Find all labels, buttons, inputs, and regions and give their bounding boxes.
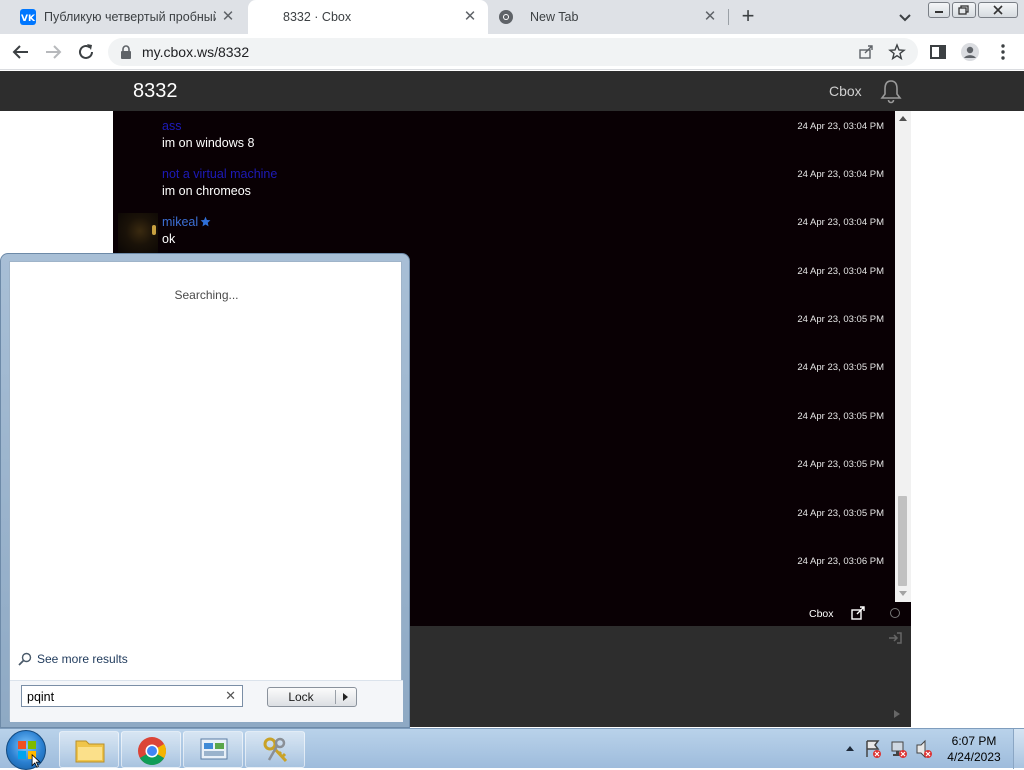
minimize-icon	[935, 11, 943, 13]
tab-title: Публикую четвертый пробный	[44, 10, 216, 24]
clock-date: 4/24/2023	[947, 750, 1001, 764]
see-more-label[interactable]: See more results	[37, 652, 128, 666]
tab-title: New Tab	[530, 10, 579, 24]
see-more-results-link[interactable]: See more results	[18, 652, 128, 666]
message-text: ok	[162, 232, 176, 246]
taskbar-chrome[interactable]	[121, 731, 181, 768]
svg-text:VK: VK	[21, 14, 36, 24]
tab-title: 8332 · Cbox	[283, 10, 352, 24]
message-time: 24 Apr 23, 03:05 PM	[797, 459, 884, 470]
message-username[interactable]: not a virtual machine	[162, 167, 277, 181]
avatar[interactable]	[118, 213, 158, 253]
minimize-button[interactable]	[928, 2, 950, 18]
new-tab-button[interactable]: +	[737, 5, 759, 27]
network-icon[interactable]	[890, 729, 908, 769]
lock-icon[interactable]	[120, 45, 132, 59]
taskbar: 6:07 PM 4/24/2023	[0, 728, 1024, 770]
message-time: 24 Apr 23, 03:04 PM	[797, 266, 884, 277]
restore-button[interactable]	[952, 2, 976, 18]
cbox-brand-link[interactable]: Cbox	[829, 83, 862, 99]
folder-icon	[75, 740, 105, 763]
message-time: 24 Apr 23, 03:05 PM	[797, 314, 884, 325]
search-status: Searching...	[174, 288, 239, 302]
address-bar[interactable]: my.cbox.ws/8332	[108, 38, 918, 66]
message-time: 24 Apr 23, 03:04 PM	[797, 169, 884, 180]
message-time: 24 Apr 23, 03:04 PM	[797, 121, 884, 132]
clock-time: 6:07 PM	[951, 734, 997, 748]
username-text[interactable]: mikeal	[162, 215, 198, 229]
close-icon[interactable]: ✕	[702, 9, 718, 25]
share-icon[interactable]	[858, 44, 874, 60]
close-icon	[993, 5, 1003, 15]
reload-icon[interactable]	[75, 41, 97, 63]
taskbar-keys-app[interactable]	[245, 731, 305, 768]
chrome-icon	[138, 737, 166, 765]
message-time: 24 Apr 23, 03:05 PM	[797, 508, 884, 519]
cbox-header: 8332 Cbox	[0, 71, 1024, 111]
side-panel-icon[interactable]	[928, 42, 948, 62]
forward-icon[interactable]	[42, 41, 64, 63]
message-text: im on windows 8	[162, 136, 255, 150]
back-icon[interactable]	[10, 41, 32, 63]
action-center-icon[interactable]	[864, 729, 882, 769]
expand-icon[interactable]	[894, 710, 900, 718]
close-icon[interactable]: ✕	[462, 9, 478, 25]
message-time: 24 Apr 23, 03:04 PM	[797, 217, 884, 228]
taskbar-explorer[interactable]	[59, 731, 119, 768]
message-username[interactable]: mikeal	[162, 215, 211, 229]
taskbar-control-panel[interactable]	[183, 731, 243, 768]
system-clock[interactable]: 6:07 PM 4/24/2023	[938, 733, 1010, 765]
start-search-input[interactable]	[27, 688, 217, 705]
compose-area[interactable]	[410, 626, 911, 727]
show-hidden-icons-icon[interactable]	[845, 729, 855, 769]
lock-button-label[interactable]: Lock	[268, 690, 334, 704]
cbox-footer-link[interactable]: Cbox	[809, 608, 834, 620]
mouse-cursor-icon	[31, 754, 41, 768]
start-menu: Searching... See more results	[0, 253, 410, 728]
message-time: 24 Apr 23, 03:05 PM	[797, 411, 884, 422]
search-icon	[18, 652, 32, 666]
scroll-down-icon[interactable]	[899, 589, 907, 597]
keys-icon	[263, 737, 288, 763]
volume-muted-icon[interactable]	[915, 729, 933, 769]
profile-icon[interactable]	[960, 42, 980, 62]
tab-vk[interactable]: VK Публикую четвертый пробный ✕	[0, 0, 246, 34]
power-options-arrow-icon[interactable]	[343, 693, 348, 701]
message-time: 24 Apr 23, 03:06 PM	[797, 556, 884, 567]
message-text: im on chromeos	[162, 184, 251, 198]
star-icon	[200, 216, 211, 227]
external-link-icon[interactable]	[851, 606, 865, 620]
star-icon[interactable]	[888, 43, 906, 61]
clear-icon[interactable]: ✕	[225, 688, 236, 704]
start-search-box[interactable]: ✕	[21, 685, 243, 707]
login-icon[interactable]	[888, 631, 902, 645]
show-desktop-button[interactable]	[1013, 729, 1024, 769]
lock-button[interactable]: Lock	[267, 687, 357, 707]
browser-toolbar: my.cbox.ws/8332	[0, 34, 1024, 70]
tab-separator	[728, 9, 729, 25]
vk-icon: VK	[20, 9, 36, 25]
button-divider	[335, 690, 336, 704]
scrollbar-thumb[interactable]	[898, 496, 907, 586]
tab-strip: VK Публикую четвертый пробный ✕ 8332 · C…	[0, 0, 1024, 34]
page-title: 8332	[133, 80, 178, 102]
close-icon[interactable]: ✕	[220, 9, 236, 25]
tab-cbox[interactable]: 8332 · Cbox ✕	[248, 0, 488, 34]
chrome-icon	[499, 10, 513, 24]
url-text[interactable]: my.cbox.ws/8332	[142, 44, 249, 60]
chat-scrollbar[interactable]	[895, 111, 911, 602]
scroll-up-icon[interactable]	[899, 115, 907, 123]
message-username[interactable]: ass	[162, 119, 181, 133]
search-results-pane: Searching... See more results	[9, 261, 403, 722]
status-indicator	[890, 608, 900, 618]
restore-icon	[958, 5, 969, 15]
chevron-down-icon[interactable]	[896, 8, 914, 26]
close-window-button[interactable]	[978, 2, 1018, 18]
message-time: 24 Apr 23, 03:05 PM	[797, 362, 884, 373]
menu-icon[interactable]	[993, 42, 1013, 62]
control-panel-icon	[200, 738, 228, 760]
tab-newtab[interactable]: New Tab ✕	[488, 0, 728, 34]
bell-icon[interactable]	[879, 78, 903, 104]
